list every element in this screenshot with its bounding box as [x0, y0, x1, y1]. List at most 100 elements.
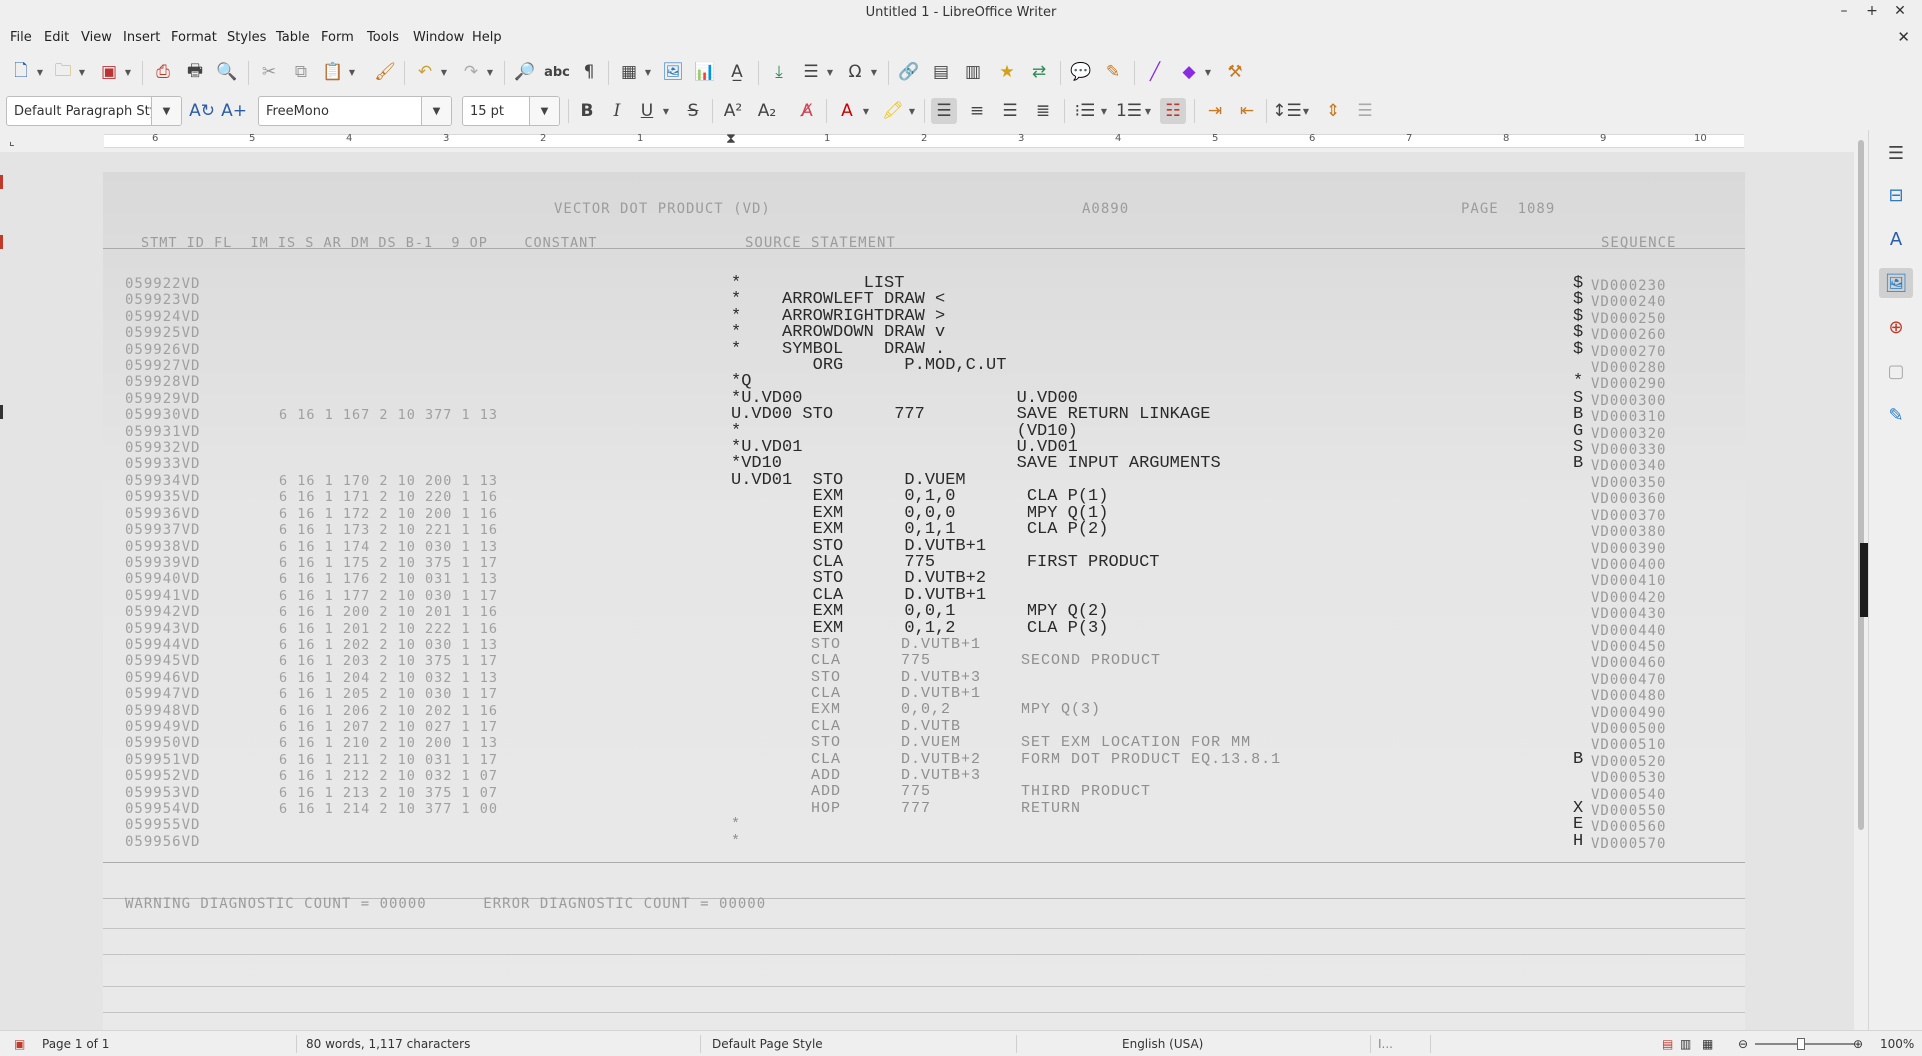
menu-window[interactable]: Window: [413, 30, 464, 45]
comment-icon[interactable]: 💬: [1068, 59, 1094, 85]
bookmark-icon[interactable]: ★: [994, 59, 1020, 85]
manage-changes-icon[interactable]: ✎: [1879, 400, 1913, 430]
increase-indent-icon[interactable]: ⇥: [1202, 98, 1228, 124]
document-page[interactable]: VECTOR DOT PRODUCT (VD) A0890 PAGE 1089 …: [103, 172, 1745, 1032]
redo-icon[interactable]: ↷ ▼: [458, 59, 493, 85]
font-size-combo[interactable]: 15 pt ▼: [462, 96, 560, 126]
track-changes-icon[interactable]: ✎: [1100, 59, 1126, 85]
zoom-slider-track[interactable]: [1755, 1043, 1855, 1045]
properties-icon[interactable]: ⊟: [1879, 180, 1913, 210]
strikethrough-icon[interactable]: S: [680, 98, 706, 124]
font-name-combo[interactable]: FreeMono ▼: [258, 96, 452, 126]
font-color-icon[interactable]: A ▼: [834, 98, 869, 124]
gallery-icon[interactable]: 🖼: [1879, 268, 1913, 298]
clone-formatting-icon[interactable]: 🖌: [372, 59, 398, 85]
outline-format-icon[interactable]: ☷: [1160, 98, 1186, 124]
menu-edit[interactable]: Edit: [44, 30, 69, 45]
insert-image-icon[interactable]: 🖼: [660, 59, 686, 85]
multi-page-view-icon[interactable]: ▥: [1680, 1037, 1691, 1051]
sidebar-collapse-handle[interactable]: [1860, 543, 1868, 617]
underline-icon[interactable]: U ▼: [634, 98, 669, 124]
align-right-icon[interactable]: ☰: [997, 98, 1023, 124]
copy-icon[interactable]: ⧉: [288, 59, 314, 85]
menu-form[interactable]: Form: [321, 30, 354, 45]
justify-icon[interactable]: ≣: [1030, 98, 1056, 124]
page-break-icon[interactable]: ⤓: [766, 59, 792, 85]
new-document-icon[interactable]: 🗋 ▼: [8, 59, 43, 85]
single-page-view-icon[interactable]: ▤: [1662, 1037, 1673, 1051]
cut-icon[interactable]: ✂: [256, 59, 282, 85]
italic-icon[interactable]: I: [604, 98, 630, 124]
draw-functions-icon[interactable]: ⚒: [1222, 59, 1248, 85]
special-character-icon[interactable]: Ω ▼: [842, 59, 878, 85]
insert-line-icon[interactable]: ╱: [1142, 59, 1168, 85]
menu-view[interactable]: View: [81, 30, 112, 45]
insert-field-icon[interactable]: ☰ ▼: [798, 59, 833, 85]
menu-format[interactable]: Format: [171, 30, 217, 45]
menu-insert[interactable]: Insert: [123, 30, 160, 45]
export-pdf-icon[interactable]: ⎙: [150, 59, 176, 85]
print-preview-icon[interactable]: 🔍: [214, 59, 240, 85]
find-replace-icon[interactable]: 🔎: [512, 59, 538, 85]
page-style[interactable]: Default Page Style: [712, 1037, 823, 1051]
save-icon[interactable]: ▣ ▼: [96, 59, 131, 85]
zoom-level[interactable]: 100%: [1880, 1037, 1914, 1051]
page-icon[interactable]: ▢: [1879, 356, 1913, 386]
zoom-out-icon[interactable]: ⊖: [1738, 1037, 1748, 1051]
maximize-icon[interactable]: +: [1862, 3, 1882, 19]
word-count[interactable]: 80 words, 1,117 characters: [306, 1037, 470, 1051]
new-style-icon[interactable]: A+: [221, 98, 247, 124]
spelling-icon[interactable]: abc: [544, 59, 570, 85]
input-mode[interactable]: I...: [1378, 1037, 1393, 1051]
footnote-icon[interactable]: ▤: [928, 59, 954, 85]
paragraph-style-combo[interactable]: Default Paragraph Sty ▼: [6, 96, 182, 126]
vertical-scrollbar[interactable]: [1854, 130, 1868, 838]
decrease-indent-icon[interactable]: ⇤: [1234, 98, 1260, 124]
chevron-down-icon[interactable]: ▼: [151, 97, 181, 125]
page-count[interactable]: Page 1 of 1: [42, 1037, 109, 1051]
undo-icon[interactable]: ↶ ▼: [412, 59, 447, 85]
insert-table-icon[interactable]: ▦ ▼: [616, 59, 651, 85]
insert-chart-icon[interactable]: 📊: [692, 59, 718, 85]
menu-tools[interactable]: Tools: [367, 30, 399, 45]
bullet-list-icon[interactable]: ⁝☰ ▼: [1072, 98, 1107, 124]
numbered-list-icon[interactable]: 1☰ ▼: [1116, 98, 1151, 124]
paste-icon[interactable]: 📋 ▼: [320, 59, 355, 85]
styles-icon[interactable]: A: [1879, 224, 1913, 254]
chevron-down-icon[interactable]: ▼: [421, 97, 451, 125]
menu-styles[interactable]: Styles: [227, 30, 266, 45]
document-modified-icon[interactable]: ▣: [14, 1037, 25, 1051]
minimize-icon[interactable]: –: [1834, 3, 1854, 19]
hyperlink-icon[interactable]: 🔗: [896, 59, 922, 85]
update-style-icon[interactable]: A↻: [189, 98, 215, 124]
menu-file[interactable]: File: [10, 30, 32, 45]
align-left-icon[interactable]: ☰: [931, 98, 957, 124]
horizontal-ruler[interactable]: 6 5 4 3 2 1 1 2 3 4 5 6 7 8 9 10 ⧗: [104, 131, 1744, 148]
zoom-slider-knob[interactable]: [1797, 1038, 1805, 1050]
basic-shapes-icon[interactable]: ◆ ▼: [1176, 59, 1211, 85]
navigator-icon[interactable]: ⊕: [1879, 312, 1913, 342]
clear-formatting-icon[interactable]: A̸: [794, 98, 820, 124]
insert-textbox-icon[interactable]: A̲: [724, 59, 750, 85]
language[interactable]: English (USA): [1122, 1037, 1203, 1051]
open-folder-icon[interactable]: 🗀 ▼: [50, 59, 86, 85]
book-view-icon[interactable]: ▦: [1702, 1037, 1713, 1051]
sidebar-menu-icon[interactable]: ☰: [1879, 138, 1913, 168]
chevron-down-icon[interactable]: ▼: [529, 97, 559, 125]
print-icon[interactable]: 🖶: [182, 59, 208, 85]
source-statement-text[interactable]: * LIST * ARROWLEFT DRAW < * ARROWRIGHTDRAW…: [731, 275, 1221, 637]
indent-marker-icon[interactable]: ⧗: [726, 131, 736, 147]
endnote-icon[interactable]: ▥: [960, 59, 986, 85]
paragraph-spacing-icon[interactable]: ⇕: [1320, 98, 1346, 124]
align-center-icon[interactable]: ≡: [964, 98, 990, 124]
formatting-marks-icon[interactable]: ¶: [576, 59, 602, 85]
bold-icon[interactable]: B: [574, 98, 600, 124]
cross-reference-icon[interactable]: ⇄: [1026, 59, 1052, 85]
menu-table[interactable]: Table: [276, 30, 310, 45]
decrease-spacing-icon[interactable]: ☰: [1352, 98, 1378, 124]
subscript-icon[interactable]: A₂: [754, 98, 780, 124]
scrollbar-thumb[interactable]: [1858, 140, 1864, 830]
close-window-icon[interactable]: ✕: [1890, 3, 1910, 19]
zoom-in-icon[interactable]: ⊕: [1853, 1037, 1863, 1051]
highlight-color-icon[interactable]: 🖍 ▼: [880, 98, 915, 124]
